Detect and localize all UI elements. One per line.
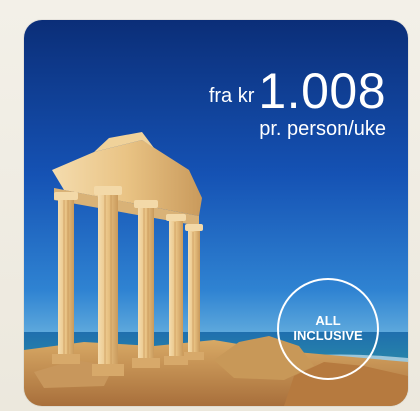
badge-line-1: ALL	[315, 313, 341, 329]
price-prefix: fra kr	[208, 85, 255, 107]
offer-card[interactable]: fra kr1.008 pr. person/uke ALL INCLUSIVE	[24, 20, 408, 406]
all-inclusive-badge: ALL INCLUSIVE	[277, 278, 379, 380]
price-block: fra kr1.008 pr. person/uke	[209, 66, 386, 141]
price-amount: 1.008	[258, 63, 386, 119]
badge-line-2: INCLUSIVE	[293, 328, 363, 343]
price-line: fra kr1.008	[209, 66, 386, 116]
price-unit: pr. person/uke	[259, 118, 386, 140]
